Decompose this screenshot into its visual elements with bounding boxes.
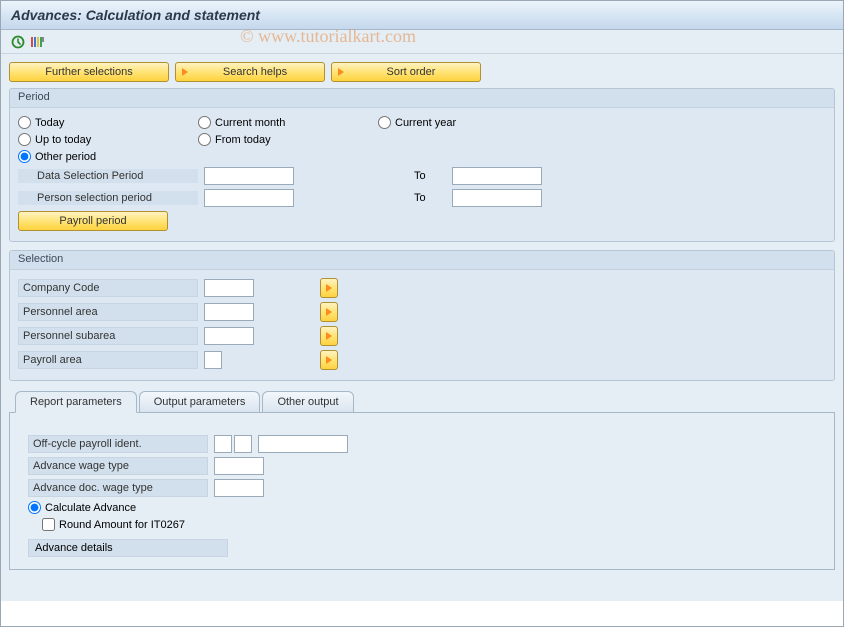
personnel-area-input[interactable] — [204, 303, 254, 321]
payroll-period-btn-row: Payroll period — [10, 209, 834, 233]
person-selection-period-label: Person selection period — [18, 191, 198, 205]
data-selection-period-label: Data Selection Period — [18, 169, 198, 183]
advance-doc-wage-type-row: Advance doc. wage type — [20, 477, 824, 499]
offcycle-ident-input-2[interactable] — [234, 435, 252, 453]
tab-strip: Report parameters Output parameters Othe… — [9, 391, 835, 413]
watermark-text: © www.tutorialkart.com — [240, 26, 416, 47]
round-amount-row: Round Amount for IT0267 — [20, 516, 824, 533]
app-toolbar: © www.tutorialkart.com — [1, 30, 843, 54]
company-code-row: Company Code — [10, 276, 834, 300]
arrow-right-icon — [326, 284, 332, 292]
checkbox-round-amount[interactable]: Round Amount for IT0267 — [28, 518, 185, 531]
person-selection-period-row: Person selection period To — [10, 187, 834, 209]
sort-order-label: Sort order — [348, 66, 474, 78]
data-selection-period-row: Data Selection Period To — [10, 165, 834, 187]
offcycle-ident-input-1[interactable] — [214, 435, 232, 453]
search-helps-button[interactable]: Search helps — [175, 62, 325, 82]
sort-order-button[interactable]: Sort order — [331, 62, 481, 82]
tab-panel-report: Off-cycle payroll ident. Advance wage ty… — [9, 412, 835, 570]
payroll-area-input[interactable] — [204, 351, 222, 369]
tab-output-parameters[interactable]: Output parameters — [139, 391, 261, 413]
payroll-period-button[interactable]: Payroll period — [18, 211, 168, 231]
payroll-area-multi-button[interactable] — [320, 350, 338, 370]
personnel-area-label: Personnel area — [18, 303, 198, 321]
radio-up-to-today[interactable]: Up to today — [18, 133, 198, 146]
selection-group: Selection Company Code Personnel area Pe… — [9, 250, 835, 381]
arrow-right-icon — [338, 68, 344, 76]
to-label-1: To — [406, 170, 446, 182]
arrow-right-icon — [326, 308, 332, 316]
payroll-area-row: Payroll area — [10, 348, 834, 372]
person-selection-to-input[interactable] — [452, 189, 542, 207]
advance-doc-wage-type-label: Advance doc. wage type — [28, 479, 208, 497]
current-year-label: Current year — [395, 117, 456, 129]
person-selection-from-input[interactable] — [204, 189, 294, 207]
period-radio-row-1: Today Current month Current year — [10, 114, 834, 131]
tab-other-output[interactable]: Other output — [262, 391, 353, 413]
further-selections-button[interactable]: Further selections — [9, 62, 169, 82]
to-label-2: To — [406, 192, 446, 204]
advance-wage-type-label: Advance wage type — [28, 457, 208, 475]
advance-wage-type-row: Advance wage type — [20, 455, 824, 477]
page-title: Advances: Calculation and statement — [1, 1, 843, 30]
today-label: Today — [35, 117, 64, 129]
personnel-area-row: Personnel area — [10, 300, 834, 324]
selection-group-title: Selection — [10, 251, 834, 270]
radio-calculate-advance[interactable]: Calculate Advance — [28, 501, 136, 514]
advance-wage-type-input[interactable] — [214, 457, 264, 475]
variants-icon[interactable] — [29, 33, 47, 51]
personnel-subarea-multi-button[interactable] — [320, 326, 338, 346]
period-group-title: Period — [10, 89, 834, 108]
offcycle-ident-row: Off-cycle payroll ident. — [20, 433, 824, 455]
current-month-label: Current month — [215, 117, 285, 129]
period-radio-row-3: Other period — [10, 148, 834, 165]
personnel-subarea-label: Personnel subarea — [18, 327, 198, 345]
personnel-area-multi-button[interactable] — [320, 302, 338, 322]
radio-from-today[interactable]: From today — [198, 133, 378, 146]
radio-today[interactable]: Today — [18, 116, 198, 129]
data-selection-from-input[interactable] — [204, 167, 294, 185]
radio-current-month[interactable]: Current month — [198, 116, 378, 129]
round-amount-label: Round Amount for IT0267 — [59, 519, 185, 531]
period-group: Period Today Current month Current year … — [9, 88, 835, 242]
action-button-row: Further selections Search helps Sort ord… — [9, 62, 835, 82]
main-content: Further selections Search helps Sort ord… — [1, 54, 843, 601]
period-radio-row-2: Up to today From today — [10, 131, 834, 148]
radio-current-year[interactable]: Current year — [378, 116, 528, 129]
company-code-input[interactable] — [204, 279, 254, 297]
advance-details-subhead: Advance details — [28, 539, 228, 557]
offcycle-ident-input-3[interactable] — [258, 435, 348, 453]
company-code-label: Company Code — [18, 279, 198, 297]
from-today-label: From today — [215, 134, 271, 146]
calculate-advance-label: Calculate Advance — [45, 502, 136, 514]
data-selection-to-input[interactable] — [452, 167, 542, 185]
arrow-right-icon — [182, 68, 188, 76]
personnel-subarea-row: Personnel subarea — [10, 324, 834, 348]
execute-icon[interactable] — [9, 33, 27, 51]
tab-report-parameters[interactable]: Report parameters — [15, 391, 137, 413]
radio-other-period[interactable]: Other period — [18, 150, 198, 163]
personnel-subarea-input[interactable] — [204, 327, 254, 345]
other-period-label: Other period — [35, 151, 96, 163]
calculate-advance-row: Calculate Advance — [20, 499, 824, 516]
arrow-right-icon — [326, 356, 332, 364]
search-helps-label: Search helps — [192, 66, 318, 78]
advance-details-row: Advance details — [20, 533, 824, 559]
offcycle-ident-label: Off-cycle payroll ident. — [28, 435, 208, 453]
arrow-right-icon — [326, 332, 332, 340]
company-code-multi-button[interactable] — [320, 278, 338, 298]
payroll-area-label: Payroll area — [18, 351, 198, 369]
up-to-today-label: Up to today — [35, 134, 91, 146]
advance-doc-wage-type-input[interactable] — [214, 479, 264, 497]
